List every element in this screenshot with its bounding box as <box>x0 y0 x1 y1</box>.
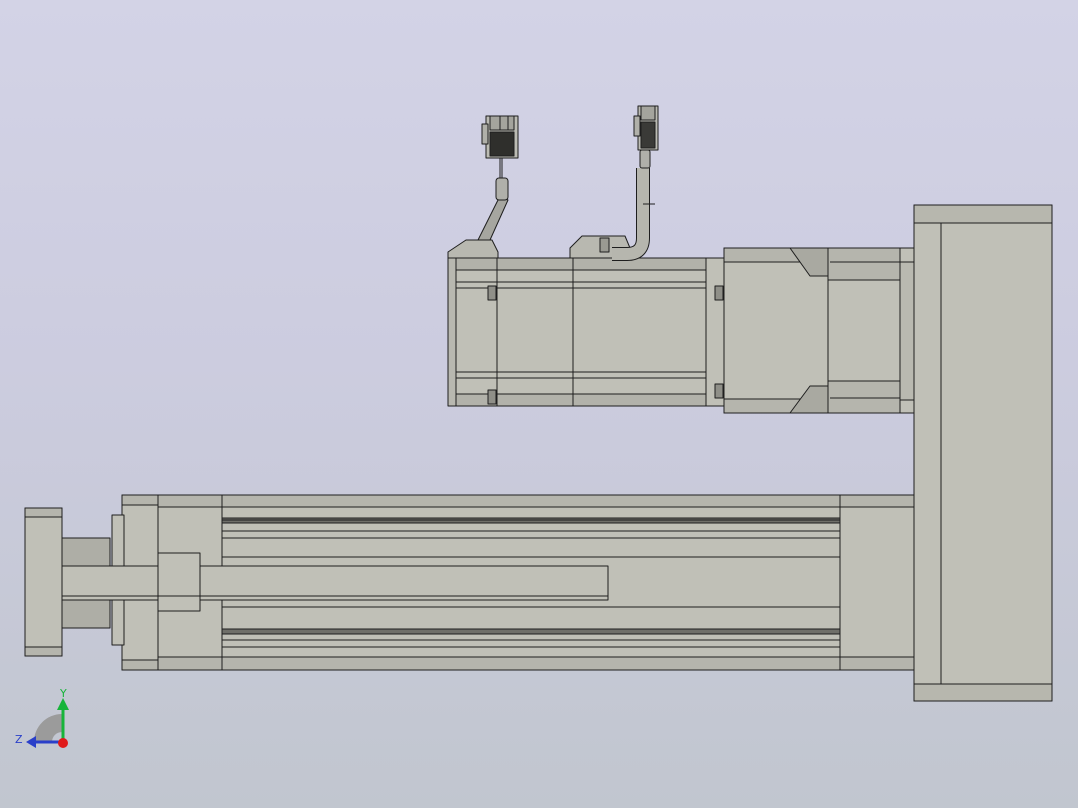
front-flange[interactable] <box>24 507 63 657</box>
triad-y-label: Y <box>60 687 67 700</box>
connector-right[interactable] <box>633 105 659 151</box>
coordinate-triad: Y Z <box>10 684 80 754</box>
triad-z-label: Z <box>15 733 23 746</box>
motor[interactable] <box>447 235 725 407</box>
encoder-cable[interactable] <box>477 158 509 241</box>
side-plate[interactable] <box>913 204 1053 702</box>
reducer[interactable] <box>723 247 915 414</box>
graphics-viewport[interactable]: Y Z <box>0 0 1078 808</box>
cad-model[interactable] <box>0 0 1078 808</box>
connector[interactable] <box>481 115 519 159</box>
